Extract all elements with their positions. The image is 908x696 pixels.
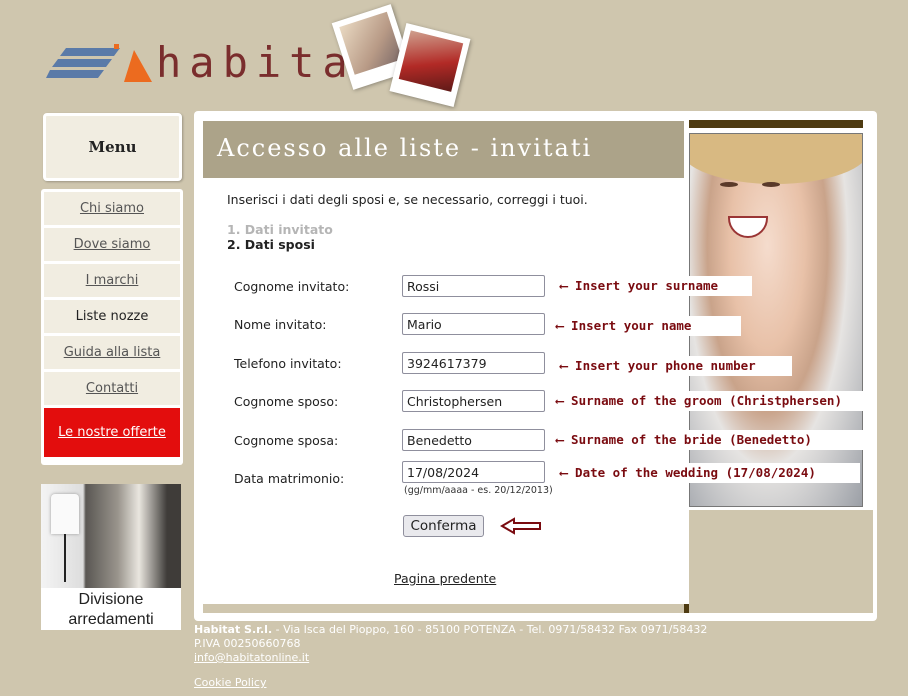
- footer-address: - Via Isca del Pioppo, 160 - 85100 POTEN…: [272, 623, 708, 636]
- habitat-logo[interactable]: habitat: [46, 38, 381, 90]
- lamp-icon: [51, 494, 79, 534]
- cognome-sposa-input[interactable]: [402, 429, 545, 451]
- annotation-name: ⟵ Insert your name: [550, 316, 741, 336]
- annotation-date: ⟵ Date of the wedding (17/08/2024): [554, 463, 860, 483]
- pagina-precedente-link[interactable]: Pagina predente: [394, 571, 496, 586]
- menu-item-dove-siamo[interactable]: Dove siamo: [44, 228, 180, 261]
- menu-item-chi-siamo[interactable]: Chi siamo: [44, 192, 180, 225]
- menu-item-guida-alla-lista[interactable]: Guida alla lista: [44, 336, 180, 369]
- annotation-groom: ⟵ Surname of the groom (Christphersen): [550, 391, 870, 411]
- annotation-phone: ⟵ Insert your phone number: [554, 356, 792, 376]
- roof-stripes-icon: [46, 44, 152, 82]
- date-format-hint: (gg/mm/aaaa - es. 20/12/2013): [404, 485, 553, 496]
- right-top-bar: [689, 120, 863, 128]
- title-bar: Accesso alle liste - invitati: [203, 121, 684, 178]
- footer-email-link[interactable]: info@habitatonline.it: [194, 651, 309, 664]
- label-nome-invitato: Nome invitato:: [234, 317, 327, 332]
- annotation-bride: ⟵ Surname of the bride (Benedetto): [550, 430, 864, 450]
- conferma-button[interactable]: Conferma: [403, 515, 484, 537]
- label-telefono-invitato: Telefono invitato:: [234, 356, 342, 371]
- bottom-bar: [203, 604, 684, 613]
- menu-item-i-marchi[interactable]: I marchi: [44, 264, 180, 297]
- division-caption: Divisione arredamenti: [68, 591, 154, 628]
- menu-item-contatti[interactable]: Contatti: [44, 372, 180, 405]
- cookie-policy-link[interactable]: Cookie Policy: [194, 676, 266, 689]
- division-banner[interactable]: Divisione arredamenti: [41, 484, 181, 630]
- menu-title: Menu: [43, 113, 182, 181]
- nome-invitato-input[interactable]: [402, 313, 545, 335]
- annotation-surname: ⟵ Insert your surname: [554, 276, 752, 296]
- footer: Habitat S.r.l. - Via Isca del Pioppo, 16…: [194, 623, 707, 665]
- header-photos: [331, 2, 475, 112]
- left-arrow-icon: [500, 517, 541, 535]
- footer-vat: P.IVA 00250660768: [194, 637, 301, 650]
- label-cognome-sposa: Cognome sposa:: [234, 433, 339, 448]
- cognome-invitato-input[interactable]: [402, 275, 545, 297]
- telefono-invitato-input[interactable]: [402, 352, 545, 374]
- furniture-image: [41, 484, 181, 588]
- page-title: Accesso alle liste - invitati: [217, 134, 593, 162]
- step-1: 1. Dati invitato: [227, 222, 333, 237]
- red-sofa-photo: [389, 23, 471, 107]
- label-data-matrimonio: Data matrimonio:: [234, 471, 345, 486]
- label-cognome-sposo: Cognome sposo:: [234, 394, 339, 409]
- right-bottom-block: [689, 510, 873, 613]
- step-2: 2. Dati sposi: [227, 237, 315, 252]
- cognome-sposo-input[interactable]: [402, 390, 545, 412]
- intro-text: Inserisci i dati degli sposi e, se neces…: [227, 192, 588, 207]
- menu-item-offerte[interactable]: Le nostre offerte: [44, 408, 180, 457]
- menu-item-liste-nozze[interactable]: Liste nozze: [44, 300, 180, 333]
- label-cognome-invitato: Cognome invitato:: [234, 279, 350, 294]
- sidebar-menu: Chi siamo Dove siamo I marchi Liste nozz…: [41, 189, 183, 465]
- footer-company: Habitat S.r.l.: [194, 623, 273, 636]
- data-matrimonio-input[interactable]: [402, 461, 545, 483]
